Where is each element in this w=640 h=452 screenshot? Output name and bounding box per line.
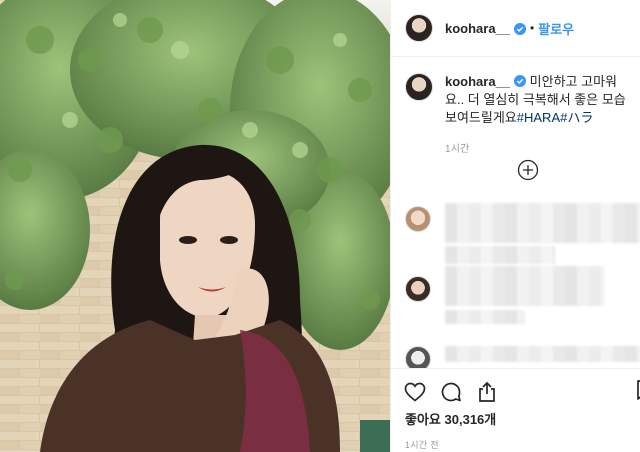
plus-circle-icon[interactable] (517, 159, 539, 181)
comment-item (405, 206, 431, 232)
likes-prefix: 좋아요 (405, 412, 441, 427)
post-actions: 좋아요 30,316개 1시간 전 (391, 368, 640, 452)
post-time: 1시간 전 (405, 440, 439, 450)
blurred-comment-text (445, 266, 605, 306)
blurred-comment-text (445, 246, 555, 264)
action-icons (391, 369, 640, 407)
blurred-comment-text (445, 310, 525, 324)
caption-body: koohara__ 미안하고 고마워요.. 더 열심히 극복해서 좋은 모습 보… (445, 73, 628, 159)
post-side-panel: koohara__ • 팔로우 koohara__ 미안하고 고마워요.. 더 … (390, 0, 640, 452)
heart-icon[interactable] (403, 380, 427, 404)
caption-time: 1시간 (445, 144, 470, 155)
commenter-avatar[interactable] (405, 206, 431, 232)
verified-badge-icon (514, 75, 527, 87)
likes-number: 30,316개 (444, 412, 497, 427)
post-caption: koohara__ 미안하고 고마워요.. 더 열심히 극복해서 좋은 모습 보… (391, 57, 640, 159)
verified-badge-icon (514, 23, 527, 35)
author-avatar[interactable] (405, 14, 433, 42)
comment-icon[interactable] (439, 380, 463, 404)
separator-dot: • (530, 21, 535, 35)
bookmark-icon[interactable] (633, 378, 640, 402)
comment-item (405, 276, 431, 302)
commenter-avatar[interactable] (405, 276, 431, 302)
caption-avatar[interactable] (405, 73, 433, 101)
caption-username[interactable]: koohara__ (445, 74, 510, 89)
post-photo[interactable] (0, 0, 390, 452)
author-username[interactable]: koohara__ (445, 21, 510, 36)
photo-illustration (0, 0, 390, 452)
post-header: koohara__ • 팔로우 (391, 0, 640, 57)
hashtag-link[interactable]: #HARA (517, 110, 560, 125)
likes-count[interactable]: 좋아요 30,316개 (391, 409, 640, 428)
hashtag-link[interactable]: #ハラ (560, 110, 593, 125)
blurred-comment-text (445, 203, 640, 243)
share-icon[interactable] (475, 380, 499, 404)
follow-button[interactable]: 팔로우 (538, 19, 574, 38)
blurred-comment-text (445, 346, 640, 362)
